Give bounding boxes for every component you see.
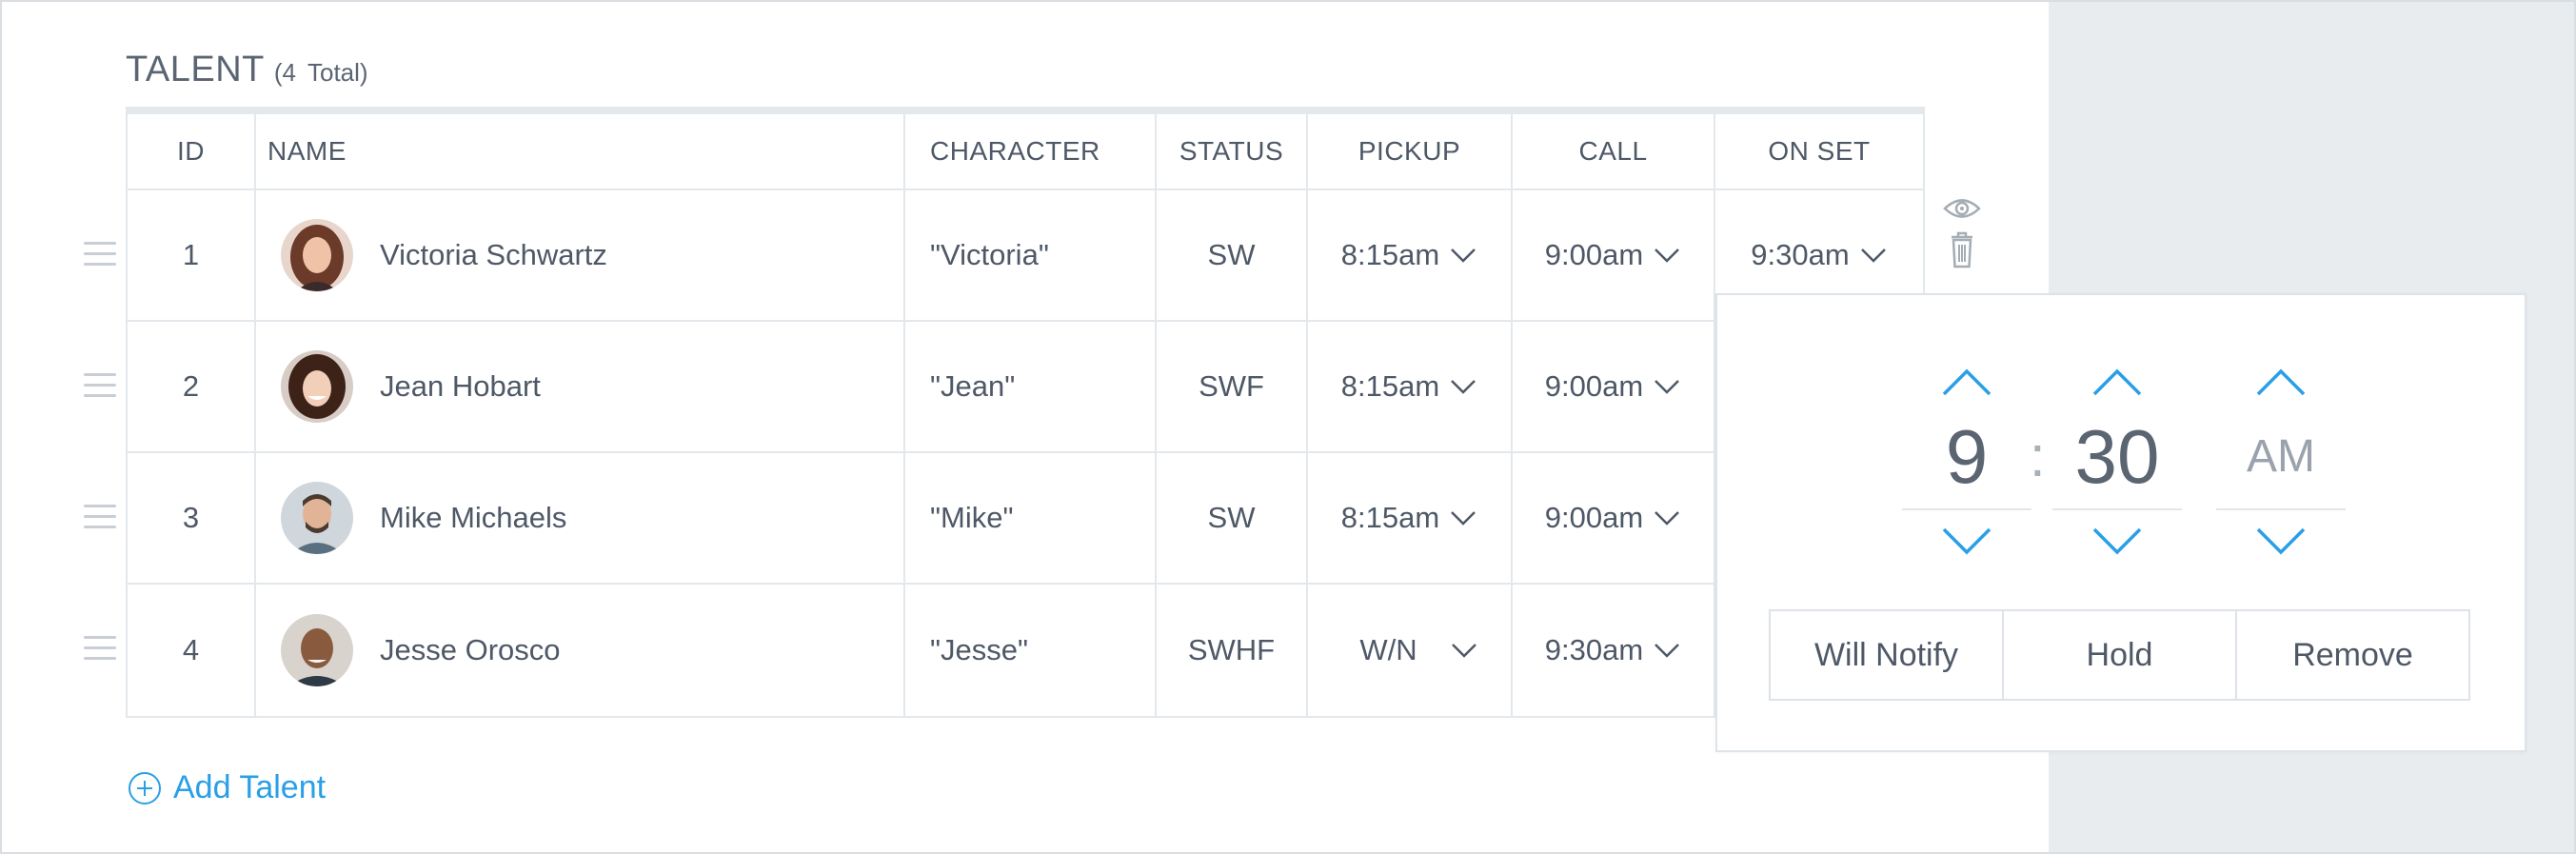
call-value: 9:00am	[1544, 238, 1644, 271]
pickup-dropdown[interactable]: 8:15am	[1308, 453, 1513, 583]
drag-handle-icon[interactable]	[84, 636, 116, 668]
pickup-dropdown[interactable]: 8:15am	[1308, 322, 1513, 451]
row-id: 3	[128, 453, 256, 583]
avatar	[281, 350, 353, 423]
plus-circle-icon	[129, 771, 161, 804]
time-picker-actions: Will Notify Hold Remove	[1769, 609, 2470, 701]
pickup-value: 8:15am	[1340, 369, 1440, 403]
pickup-value: W/N	[1359, 633, 1417, 666]
hour-value[interactable]: 9	[1902, 404, 2031, 510]
talent-name[interactable]: Jean Hobart	[380, 369, 541, 404]
minute-decrement-chevron-down-icon[interactable]	[2089, 526, 2146, 558]
talent-count-label: Total)	[307, 58, 368, 87]
drag-handle-icon[interactable]	[84, 242, 116, 274]
row-status: SW	[1157, 190, 1308, 320]
pickup-dropdown[interactable]: 8:15am	[1308, 190, 1513, 320]
call-dropdown[interactable]: 9:00am	[1513, 190, 1715, 320]
column-header-status: STATUS	[1157, 114, 1308, 189]
hold-button[interactable]: Hold	[2002, 609, 2237, 701]
time-picker-popover: 9 : 30 AM Will Notify Hold Remove	[1715, 293, 2526, 752]
add-talent-button[interactable]: Add Talent	[128, 769, 326, 806]
row-character: "Mike"	[905, 453, 1157, 583]
row-id: 4	[128, 585, 256, 716]
period-spinner: AM	[2216, 366, 2346, 558]
eye-icon[interactable]	[1942, 194, 1982, 223]
talent-count-number: (4	[273, 58, 296, 87]
row-character: "Jean"	[905, 322, 1157, 451]
row-name: Victoria Schwartz	[256, 190, 905, 320]
chevron-down-icon	[1860, 248, 1886, 263]
table-row[interactable]: 2 Jean Hobart "Jean" SWF 8:15am 9:00am	[128, 322, 1923, 453]
table-row[interactable]: 3 Mike Michaels "Mike" SW 8:15am 9:00am	[128, 453, 1923, 585]
period-decrement-chevron-down-icon[interactable]	[2252, 526, 2309, 558]
chevron-down-icon	[1655, 511, 1680, 526]
row-id: 2	[128, 322, 256, 451]
column-header-id: ID	[128, 114, 256, 189]
chevron-down-icon	[1655, 248, 1680, 263]
pickup-dropdown[interactable]: W/N	[1308, 585, 1513, 716]
avatar	[281, 482, 353, 554]
talent-name[interactable]: Mike Michaels	[380, 501, 566, 535]
talent-name[interactable]: Victoria Schwartz	[380, 238, 607, 272]
column-header-pickup: PICKUP	[1308, 114, 1513, 189]
avatar	[281, 219, 353, 291]
period-value[interactable]: AM	[2216, 404, 2346, 510]
column-header-on-set: ON SET	[1768, 136, 1871, 166]
table-row[interactable]: 1 Victoria Schwartz "Victoria" SW 8:15am…	[128, 190, 1923, 322]
minute-increment-chevron-up-icon[interactable]	[2089, 366, 2146, 398]
column-header-character: CHARACTER	[905, 114, 1157, 189]
drag-handle-icon[interactable]	[84, 505, 116, 537]
column-header-name: NAME	[256, 114, 905, 189]
row-character: "Jesse"	[905, 585, 1157, 716]
will-notify-button[interactable]: Will Notify	[1769, 609, 2004, 701]
chevron-down-icon	[1451, 380, 1476, 394]
call-value: 9:00am	[1544, 501, 1644, 534]
column-header-call: CALL	[1513, 114, 1715, 189]
table-row[interactable]: 4 Jesse Orosco "Jesse" SWHF W/N 9:30am	[128, 585, 1923, 716]
minute-spinner: 30	[2052, 366, 2182, 558]
row-status: SWF	[1157, 322, 1308, 451]
row-id: 1	[128, 190, 256, 320]
talent-count: (4 Total)	[274, 58, 368, 88]
row-name: Mike Michaels	[256, 453, 905, 583]
row-actions	[1942, 194, 1982, 276]
on-set-value: 9:30am	[1751, 238, 1850, 271]
pickup-value: 8:15am	[1340, 238, 1440, 271]
talent-name[interactable]: Jesse Orosco	[380, 633, 561, 667]
row-name: Jean Hobart	[256, 322, 905, 451]
table-header: ID NAME CHARACTER STATUS PICKUP CALL ON …	[128, 114, 1923, 190]
trash-icon[interactable]	[1942, 228, 1982, 270]
row-status: SWHF	[1157, 585, 1308, 716]
pickup-value: 8:15am	[1340, 501, 1440, 534]
add-talent-label: Add Talent	[173, 769, 327, 805]
row-status: SW	[1157, 453, 1308, 583]
remove-button[interactable]: Remove	[2235, 609, 2470, 701]
minute-value[interactable]: 30	[2052, 404, 2182, 510]
avatar	[281, 614, 353, 686]
time-separator: :	[2030, 425, 2046, 488]
chevron-down-icon	[1655, 644, 1680, 658]
drag-handle-icon[interactable]	[84, 373, 116, 406]
section-title: TALENT (4 Total)	[126, 50, 368, 90]
call-dropdown[interactable]: 9:00am	[1513, 322, 1715, 451]
call-dropdown[interactable]: 9:30am	[1513, 585, 1715, 716]
hour-decrement-chevron-down-icon[interactable]	[1938, 526, 1995, 558]
chevron-down-icon	[1451, 511, 1476, 526]
row-name: Jesse Orosco	[256, 585, 905, 716]
hour-spinner: 9	[1902, 366, 2031, 558]
chevron-down-icon	[1451, 644, 1476, 658]
talent-table: ID NAME CHARACTER STATUS PICKUP CALL ON …	[126, 107, 1925, 718]
call-value: 9:30am	[1544, 633, 1644, 666]
period-increment-chevron-up-icon[interactable]	[2252, 366, 2309, 398]
hour-increment-chevron-up-icon[interactable]	[1938, 366, 1995, 398]
call-dropdown[interactable]: 9:00am	[1513, 453, 1715, 583]
row-character: "Victoria"	[905, 190, 1157, 320]
chevron-down-icon	[1655, 380, 1680, 394]
call-value: 9:00am	[1544, 369, 1644, 403]
section-title-text: TALENT	[126, 50, 265, 89]
chevron-down-icon	[1451, 248, 1476, 263]
